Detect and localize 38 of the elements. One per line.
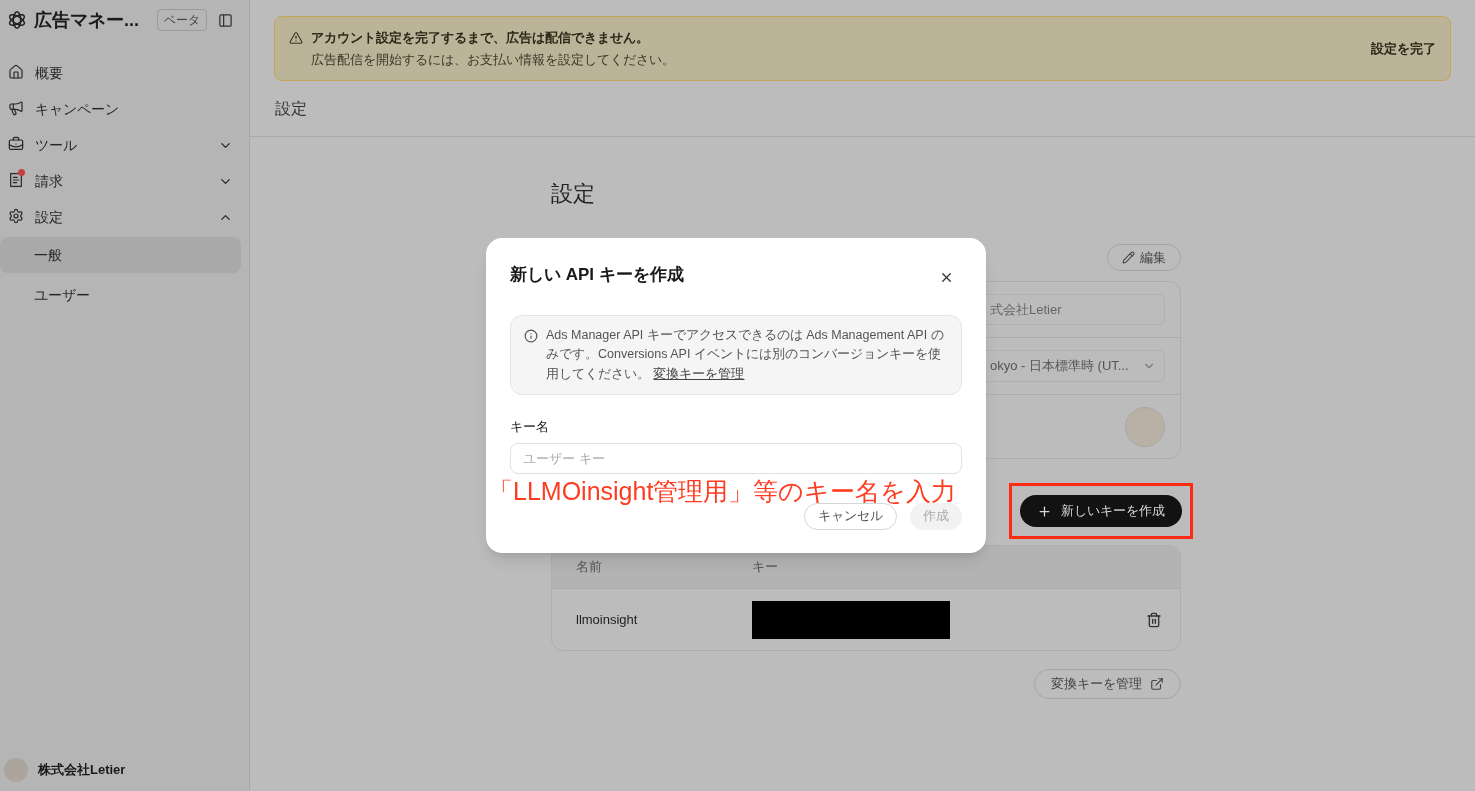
trash-icon[interactable] xyxy=(1146,611,1162,628)
sidebar-item[interactable]: 設定 xyxy=(0,199,249,235)
sidebar-toggle-icon[interactable] xyxy=(218,12,233,28)
sidebar-item[interactable]: 請求 xyxy=(0,163,249,199)
app-title: 広告マネー... xyxy=(34,8,139,32)
megaphone-icon xyxy=(8,100,24,116)
account-avatar xyxy=(4,758,28,782)
sidebar-subitem[interactable]: 一般 xyxy=(0,237,241,273)
banner-message: 広告配信を開始するには、お支払い情報を設定してください。 xyxy=(311,51,675,69)
sidebar-item[interactable]: 概要 xyxy=(0,55,249,91)
page-header: 設定 xyxy=(275,98,307,119)
receipt-icon xyxy=(8,172,24,188)
sidebar-item[interactable]: キャンペーン xyxy=(0,91,249,127)
dialog-title: 新しい API キーを作成 xyxy=(510,264,684,286)
beta-badge: ベータ xyxy=(157,9,207,31)
create-key-button[interactable]: 新しいキーを作成 xyxy=(1020,495,1182,527)
pencil-icon xyxy=(1122,251,1135,264)
column-header: 名前 xyxy=(575,558,603,577)
home-icon xyxy=(8,64,24,80)
banner-title: アカウント設定を完了するまで、広告は配信できません。 xyxy=(311,28,650,47)
plus-icon xyxy=(1037,503,1052,519)
complete-setup-button[interactable]: 設定を完了 xyxy=(1371,38,1436,59)
key-name-field[interactable]: ユーザー キー xyxy=(510,442,962,474)
sidebar-item[interactable]: ツール xyxy=(0,127,249,163)
manage-keys-link[interactable]: 変換キーを管理 xyxy=(653,366,745,381)
key-name-label: キー名 xyxy=(510,418,550,436)
info-text: Ads Manager API キーでアクセスできるのは Ads Management API のみです。Conversions API イベントには別のコンバージョンキーを使用してください。 変換キーを管理 xyxy=(546,326,945,383)
logo-icon xyxy=(6,9,28,31)
account-name[interactable]: 株式会社Letier xyxy=(38,760,126,780)
sidebar-subitem[interactable]: ユーザー xyxy=(0,277,241,313)
column-header: キー xyxy=(752,558,778,577)
settings-icon xyxy=(8,208,24,224)
external-link-icon xyxy=(1150,677,1164,691)
warning-icon xyxy=(289,31,303,45)
toolbox-icon xyxy=(8,136,24,152)
table-cell-text: llmoinsight xyxy=(575,610,639,629)
settings-title: 設定 xyxy=(551,180,596,208)
info-icon xyxy=(524,328,538,343)
